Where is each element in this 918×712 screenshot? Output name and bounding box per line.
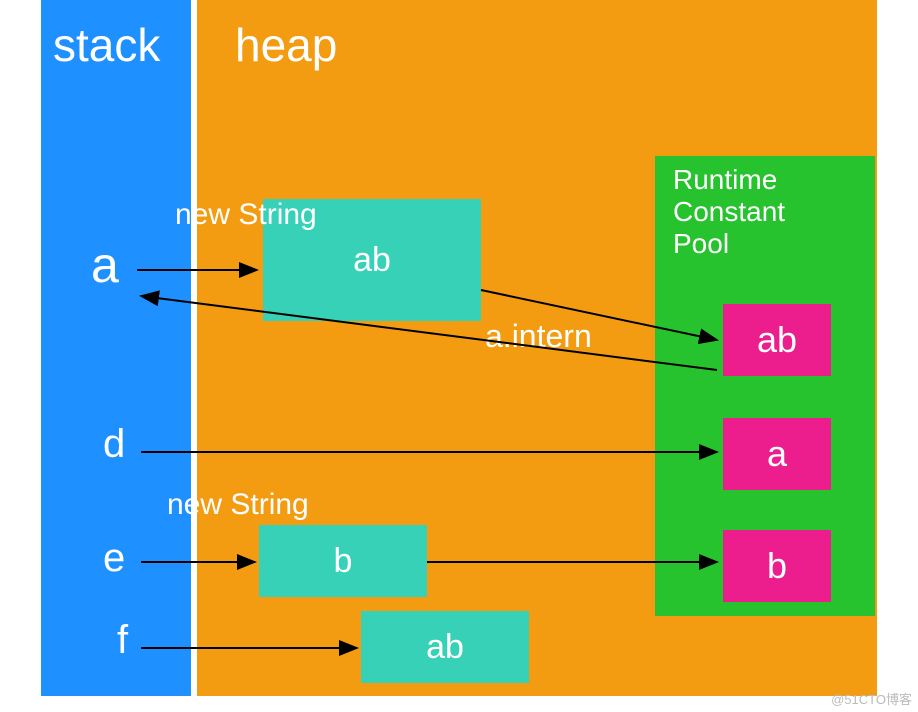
stack-region	[41, 0, 191, 696]
label-new-string-1: new String	[175, 198, 317, 232]
heap-string-ab2: ab	[361, 611, 529, 683]
stack-header: stack	[53, 18, 160, 72]
pool-entry-a: a	[723, 418, 831, 490]
watermark: @51CTO博客	[831, 689, 912, 708]
label-a-intern: a.intern	[485, 318, 592, 355]
diagram-canvas: stack heap Runtime Constant Pool ab b ab…	[41, 0, 877, 696]
rcp-title: Runtime Constant Pool	[655, 156, 875, 269]
heap-header: heap	[235, 18, 337, 72]
label-new-string-2: new String	[167, 488, 309, 522]
stack-var-a: a	[91, 236, 119, 294]
stack-var-d: d	[103, 422, 125, 467]
stack-var-f: f	[117, 618, 128, 663]
heap-string-b: b	[259, 525, 427, 597]
pool-entry-ab: ab	[723, 304, 831, 376]
pool-entry-b: b	[723, 530, 831, 602]
stack-var-e: e	[103, 536, 125, 581]
